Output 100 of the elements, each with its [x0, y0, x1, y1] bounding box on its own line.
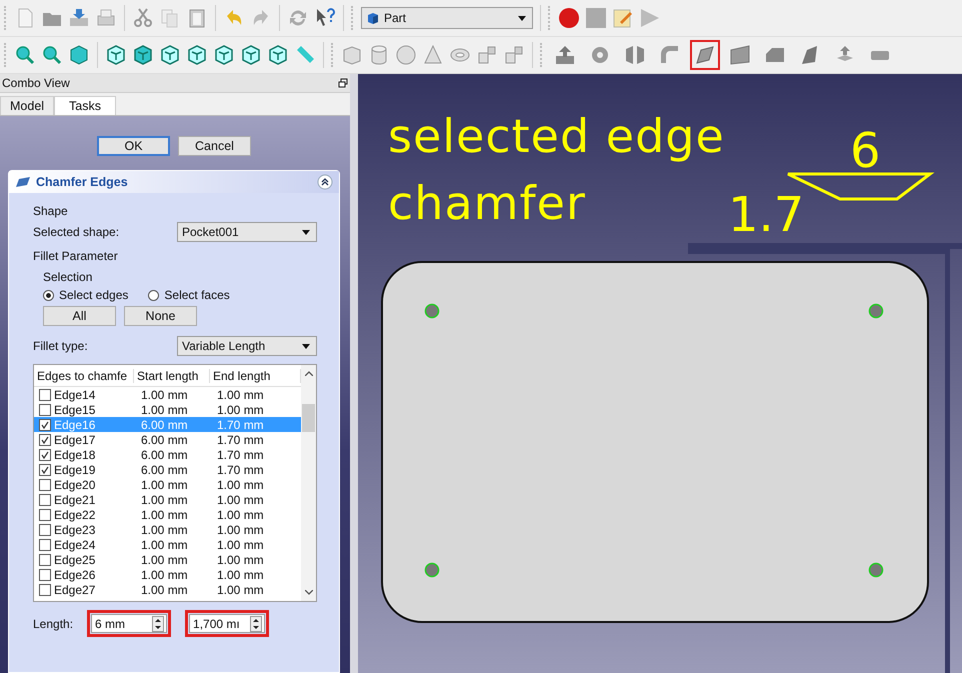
checkbox[interactable] [39, 464, 51, 476]
table-cell-text: 1.00 mm [140, 582, 189, 596]
checkbox[interactable] [39, 554, 51, 566]
panel-title: Combo View [2, 76, 70, 90]
checkbox[interactable] [39, 434, 51, 446]
cube-right-icon[interactable] [186, 44, 208, 66]
table-cell: Edge21 [54, 492, 96, 506]
table-row[interactable]: Edge25 1.00 mm 1.00 mm [34, 552, 301, 567]
box-icon[interactable] [341, 44, 363, 66]
table-row[interactable]: Edge17 6.00 mm 1.70 mm [34, 432, 301, 447]
group-label: Selection [43, 270, 94, 284]
cube-view-icon[interactable] [68, 44, 90, 66]
table-cell-text: 1.00 mm [140, 478, 189, 492]
table-row[interactable]: Edge27 1.00 mm 1.00 mm [34, 582, 301, 597]
table-cell-text: 1.00 mm [140, 522, 189, 536]
table-row[interactable]: Edge22 1.00 mm 1.00 mm [34, 507, 301, 522]
scrollbar[interactable] [301, 365, 316, 601]
hole-drawing[interactable] [424, 304, 440, 318]
table-row[interactable]: Edge24 1.00 mm 1.00 mm [34, 537, 301, 552]
checkbox[interactable] [39, 538, 51, 550]
field-label: Length: [33, 616, 74, 630]
collapse-icon[interactable] [317, 174, 333, 190]
radio-button[interactable] [43, 290, 54, 300]
table-row[interactable]: Edge20 1.00 mm 1.00 mm [34, 477, 301, 492]
checkbox[interactable] [39, 508, 51, 520]
radio-button[interactable] [148, 290, 160, 300]
spin-arrows-icon[interactable] [152, 616, 164, 632]
checkbox[interactable] [39, 404, 51, 416]
table-cell-text: 1.00 mm [140, 552, 189, 566]
column-header[interactable]: Start length [134, 368, 210, 382]
mirror-icon [624, 44, 646, 66]
primitives-icon[interactable] [476, 44, 498, 66]
cube-bottom-icon[interactable] [240, 44, 262, 66]
table-row[interactable]: Edge23 1.00 mm 1.00 mm [34, 522, 301, 537]
table-row[interactable]: Edge26 1.00 mm 1.00 mm [34, 567, 301, 582]
table-cell: Edge27 [54, 582, 96, 596]
cube-top-icon[interactable] [159, 44, 181, 66]
checkbox[interactable] [39, 494, 51, 506]
hole-drawing[interactable] [868, 304, 884, 318]
checkbox[interactable] [39, 524, 51, 536]
stop-icon[interactable] [585, 7, 607, 29]
checkbox[interactable] [39, 388, 51, 400]
column-header[interactable]: Edges to chamfe [34, 368, 134, 382]
fillet-type-dropdown[interactable]: Variable Length [177, 336, 317, 356]
zoom-fit-icon[interactable] [14, 44, 36, 66]
notepad-pencil-icon[interactable] [612, 7, 634, 29]
scroll-up-icon[interactable] [304, 371, 312, 376]
table-cell-text: 1.00 mm [140, 538, 189, 552]
hole-drawing[interactable] [868, 562, 884, 578]
scissors-icon[interactable] [132, 7, 154, 29]
table-cell-text: 1.00 mm [216, 568, 265, 582]
checkbox[interactable] [39, 478, 51, 490]
magnifier-icon[interactable] [41, 44, 63, 66]
cube-front-icon[interactable] [132, 44, 154, 66]
sphere-icon[interactable] [395, 44, 417, 66]
shape-builder-icon[interactable] [503, 44, 525, 66]
cube-left-icon[interactable] [267, 44, 289, 66]
length-spinbox[interactable]: 6 mm [91, 614, 168, 633]
scrollbar-thumb[interactable] [302, 404, 315, 432]
table-row[interactable]: Edge19 6.00 mm 1.70 mm [34, 462, 301, 477]
table-row[interactable]: Edge15 1.00 mm 1.00 mm [34, 402, 301, 417]
restore-icon[interactable] [338, 78, 348, 88]
table-cell-text: 1.70 mm [216, 448, 265, 462]
table-row[interactable]: Edge21 1.00 mm 1.00 mm [34, 492, 301, 507]
checkbox[interactable] [39, 418, 51, 430]
table-cell: Edge22 [54, 508, 96, 522]
wireframe-cube-icon[interactable] [105, 44, 127, 66]
save-icon[interactable] [68, 7, 90, 29]
table-row[interactable]: Edge18 6.00 mm 1.70 mm [34, 447, 301, 462]
select-all-button[interactable]: All [43, 306, 116, 326]
table-cell: Edge15 [54, 402, 96, 416]
ok-button[interactable]: OK [97, 136, 170, 156]
part-tool-button[interactable] [690, 40, 720, 70]
whats-this-help-icon[interactable] [314, 7, 336, 29]
cone-icon[interactable] [422, 44, 444, 66]
checkbox[interactable] [39, 584, 51, 596]
checkbox[interactable] [39, 568, 51, 580]
spin-arrows-icon[interactable] [250, 616, 262, 632]
radio-option[interactable]: Select faces [148, 288, 230, 302]
cancel-button[interactable]: Cancel [178, 136, 251, 156]
workbench-dropdown[interactable]: Part [361, 7, 533, 29]
cube-rear-icon[interactable] [213, 44, 235, 66]
extrude-icon [554, 44, 576, 66]
table-cell-text: 1.70 mm [216, 432, 265, 446]
plate-drawing[interactable] [381, 261, 929, 623]
record-macro-icon[interactable] [558, 7, 580, 29]
hole-drawing[interactable] [424, 562, 440, 578]
tab[interactable]: Tasks [54, 96, 116, 115]
shape-dropdown[interactable]: Pocket001 [177, 222, 317, 242]
tab[interactable]: Model [0, 96, 54, 115]
table-row[interactable]: Edge14 1.00 mm 1.00 mm [34, 387, 301, 402]
checkbox[interactable] [39, 448, 51, 460]
scroll-down-icon[interactable] [304, 590, 312, 595]
dropdown-arrow-icon [518, 16, 526, 20]
table-cell-text: 1.00 mm [216, 538, 265, 552]
select-none-button[interactable]: None [124, 306, 197, 326]
annotation-text: selected edge [388, 109, 725, 163]
3d-viewport[interactable]: selected edge chamfer 6 1.7 [358, 74, 962, 673]
length-spinbox[interactable]: 1,700 mı [189, 614, 266, 633]
radio-option[interactable]: Select edges [43, 288, 128, 302]
